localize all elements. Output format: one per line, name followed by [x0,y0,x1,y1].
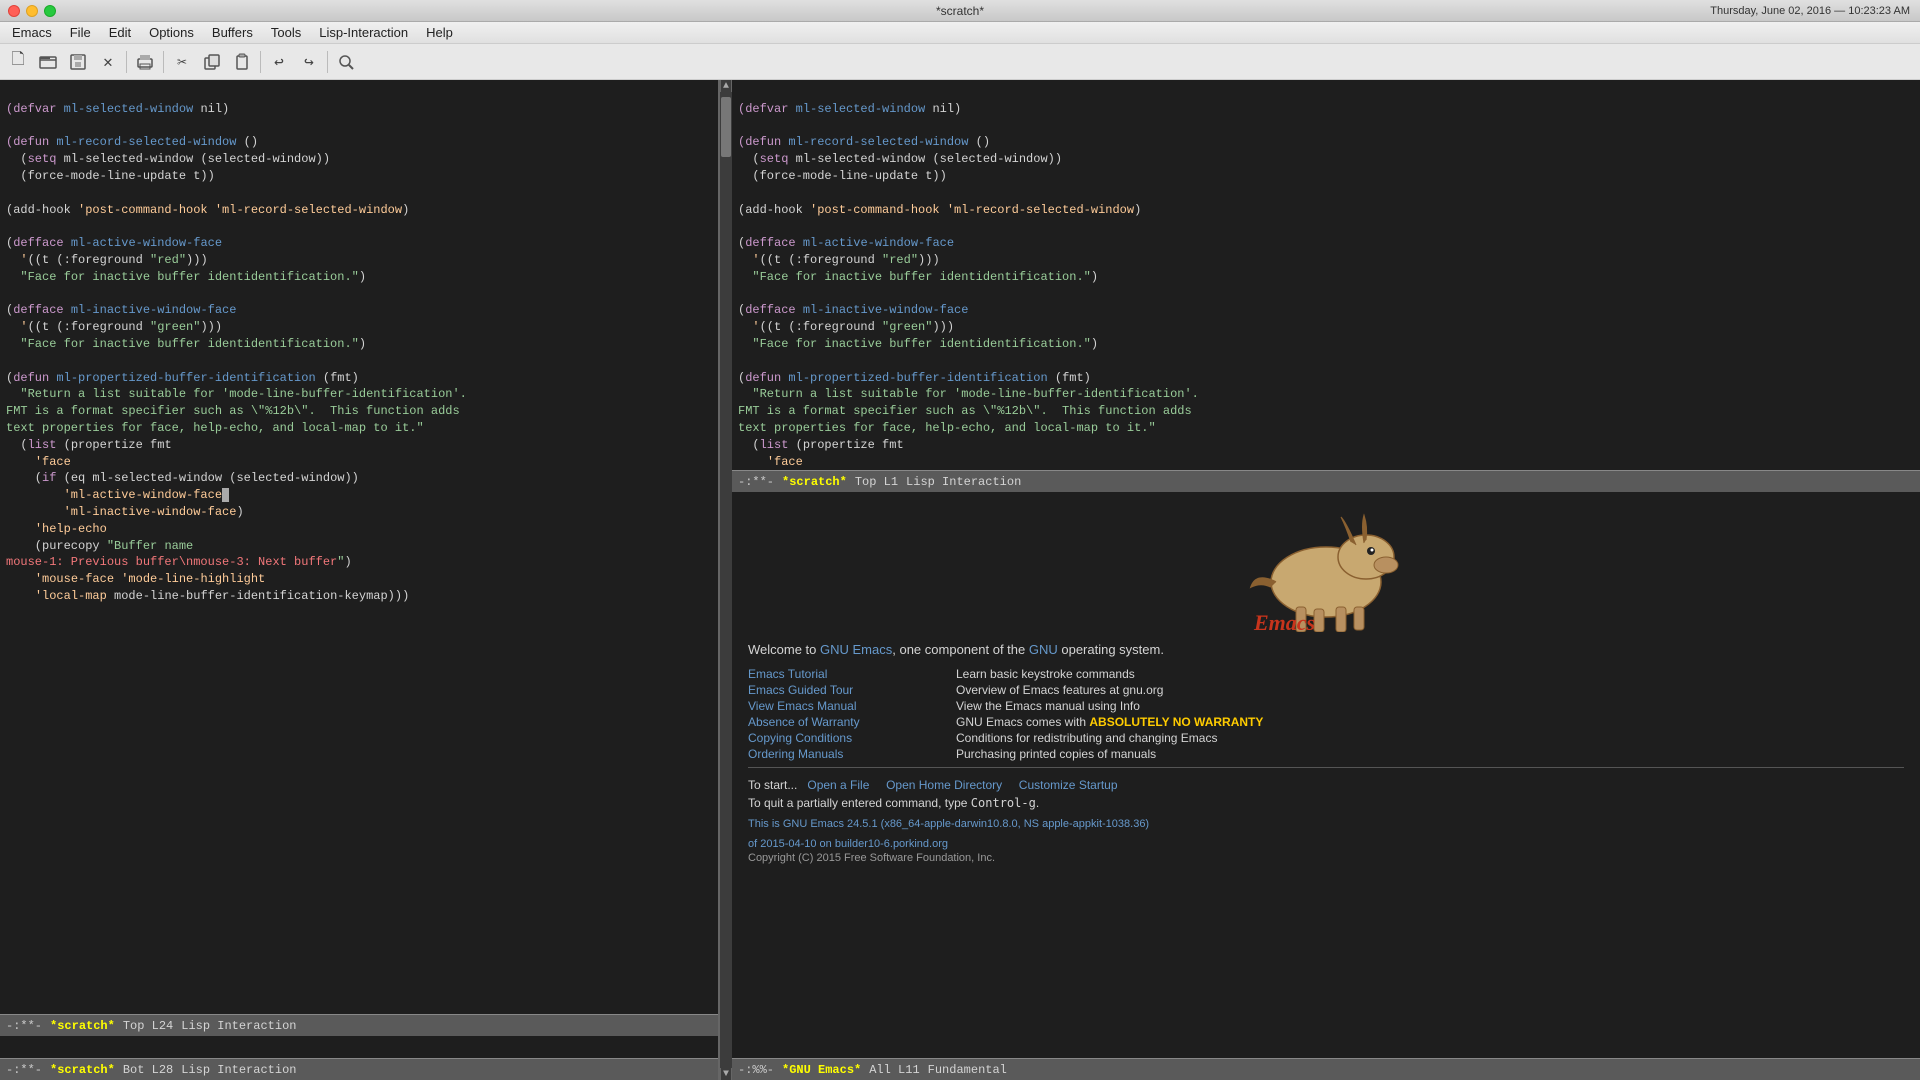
toolbar-sep-2 [163,51,164,73]
welcome-intro: Welcome to GNU Emacs, one component of t… [748,642,1904,657]
toolbar-new-file[interactable]: 🗋 [4,48,32,76]
toolbar-copy[interactable] [198,48,226,76]
window-title: *scratch* [936,4,984,18]
scroll-track[interactable] [720,92,732,1068]
link-ordering-manuals[interactable]: Ordering Manuals [748,747,948,761]
toolbar-save[interactable] [64,48,92,76]
mode-line-buffer-bot: *scratch* [50,1063,115,1077]
link-emacs-tutorial[interactable]: Emacs Tutorial [748,667,948,681]
right-bot-ml-mode: Fundamental [928,1063,1007,1077]
right-ml-pos: Top L1 [855,475,898,489]
toolbar-redo[interactable]: ↪ [295,48,323,76]
mode-line-pos-bot: Bot L28 [123,1063,173,1077]
right-bottom-pane: Emacs Welcome to GNU Emacs, one componen… [732,492,1920,1080]
link-view-emacs-manual[interactable]: View Emacs Manual [748,699,948,713]
toolbar: 🗋 ✕ ✂ ↩ ↪ [0,44,1920,80]
menubar: Emacs File Edit Options Buffers Tools Li… [0,22,1920,44]
right-mode-line-top: -:**- *scratch* Top L1 Lisp Interaction [732,470,1920,492]
right-bot-ml-pos: All L11 [869,1063,919,1077]
menu-tools[interactable]: Tools [263,23,309,42]
scroll-down-arrow[interactable]: ▼ [720,1068,732,1080]
link-open-file[interactable]: Open a File [807,778,869,792]
left-code-bottom[interactable]: FMT is a format specifier such as "%12b"… [0,1036,718,1058]
link-emacs-guided-tour[interactable]: Emacs Guided Tour [748,683,948,697]
toolbar-cut[interactable]: ✂ [168,48,196,76]
center-scrollbar: ▲ ▼ [720,80,732,1080]
right-pane: (defvar ml-selected-window nil) (defun m… [732,80,1920,1080]
desc-absence-of-warranty: GNU Emacs comes with ABSOLUTELY NO WARRA… [956,715,1904,729]
desc-ordering-manuals: Purchasing printed copies of manuals [956,747,1904,761]
left-code-top[interactable]: (defvar ml-selected-window nil) (defun m… [0,80,718,1014]
menu-lisp-interaction[interactable]: Lisp-Interaction [311,23,416,42]
menu-options[interactable]: Options [141,23,202,42]
right-ml-buffer: *scratch* [782,475,847,489]
menu-help[interactable]: Help [418,23,461,42]
close-button[interactable] [8,5,20,17]
link-open-home-directory[interactable]: Open Home Directory [886,778,1002,792]
toolbar-paste[interactable] [228,48,256,76]
desc-emacs-tutorial: Learn basic keystroke commands [956,667,1904,681]
desc-emacs-guided-tour: Overview of Emacs features at gnu.org [956,683,1904,697]
datetime: Thursday, June 02, 2016 — 10:23:23 AM [1710,5,1910,17]
mode-line-buffer: *scratch* [50,1019,115,1033]
svg-text:Emacs: Emacs [1253,610,1315,632]
toolbar-close[interactable]: ✕ [94,48,122,76]
right-ml-status: -:**- [738,475,774,489]
toolbar-sep-1 [126,51,127,73]
welcome-divider [748,767,1904,768]
right-code-top[interactable]: (defvar ml-selected-window nil) (defun m… [732,80,1920,470]
gnu-emacs-link[interactable]: GNU Emacs [820,642,892,657]
menu-emacs[interactable]: Emacs [4,23,60,42]
menu-edit[interactable]: Edit [101,23,139,42]
scroll-up-arrow[interactable]: ▲ [720,80,732,92]
maximize-button[interactable] [44,5,56,17]
welcome-copyright: Copyright (C) 2015 Free Software Foundat… [748,852,1904,864]
scroll-thumb[interactable] [721,97,731,157]
desc-view-emacs-manual: View the Emacs manual using Info [956,699,1904,713]
menu-buffers[interactable]: Buffers [204,23,261,42]
left-pane: (defvar ml-selected-window nil) (defun m… [0,80,720,1080]
emacs-logo: Emacs [748,502,1904,632]
right-bot-ml-buffer: *GNU Emacs* [782,1063,861,1077]
left-mode-line-bottom: -:**- *scratch* Bot L28 Lisp Interaction [0,1058,718,1080]
toolbar-print[interactable] [131,48,159,76]
titlebar: *scratch* Thursday, June 02, 2016 — 10:2… [0,0,1920,22]
welcome-start: To start... Open a File Open Home Direct… [748,778,1904,792]
right-bottom-mode-line: -:%%- *GNU Emacs* All L11 Fundamental [732,1058,1920,1080]
link-customize-startup[interactable]: Customize Startup [1019,778,1118,792]
left-mode-line-top: -:**- *scratch* Top L24 Lisp Interaction [0,1014,718,1036]
toolbar-open-file[interactable] [34,48,62,76]
gnu-link[interactable]: GNU [1029,642,1058,657]
right-bot-ml-status: -:%%- [738,1063,774,1077]
welcome-area: Emacs Welcome to GNU Emacs, one componen… [732,492,1920,1058]
welcome-version: This is GNU Emacs 24.5.1 (x86_64-apple-d… [748,818,1904,830]
link-absence-of-warranty[interactable]: Absence of Warranty [748,715,948,729]
mode-line-mode: Lisp Interaction [181,1019,296,1033]
toolbar-search[interactable] [332,48,360,76]
right-ml-mode: Lisp Interaction [906,475,1021,489]
minimize-button[interactable] [26,5,38,17]
titlebar-right: Thursday, June 02, 2016 — 10:23:23 AM [1710,5,1910,17]
main-area: (defvar ml-selected-window nil) (defun m… [0,80,1920,1080]
toolbar-undo[interactable]: ↩ [265,48,293,76]
mode-line-status-bot: -:**- [6,1063,42,1077]
menu-file[interactable]: File [62,23,99,42]
toolbar-sep-4 [327,51,328,73]
mode-line-status: -:**- [6,1019,42,1033]
desc-copying-conditions: Conditions for redistributing and changi… [956,731,1904,745]
mode-line-position: Top L24 [123,1019,173,1033]
link-copying-conditions[interactable]: Copying Conditions [748,731,948,745]
welcome-quit-msg: To quit a partially entered command, typ… [748,796,1904,810]
welcome-links: Emacs Tutorial Learn basic keystroke com… [748,667,1904,761]
welcome-version-date: of 2015-04-10 on builder10-6.porkind.org [748,838,1904,850]
emacs-logo-svg: Emacs [1226,502,1426,632]
mode-line-mode-bot: Lisp Interaction [181,1063,296,1077]
toolbar-sep-3 [260,51,261,73]
